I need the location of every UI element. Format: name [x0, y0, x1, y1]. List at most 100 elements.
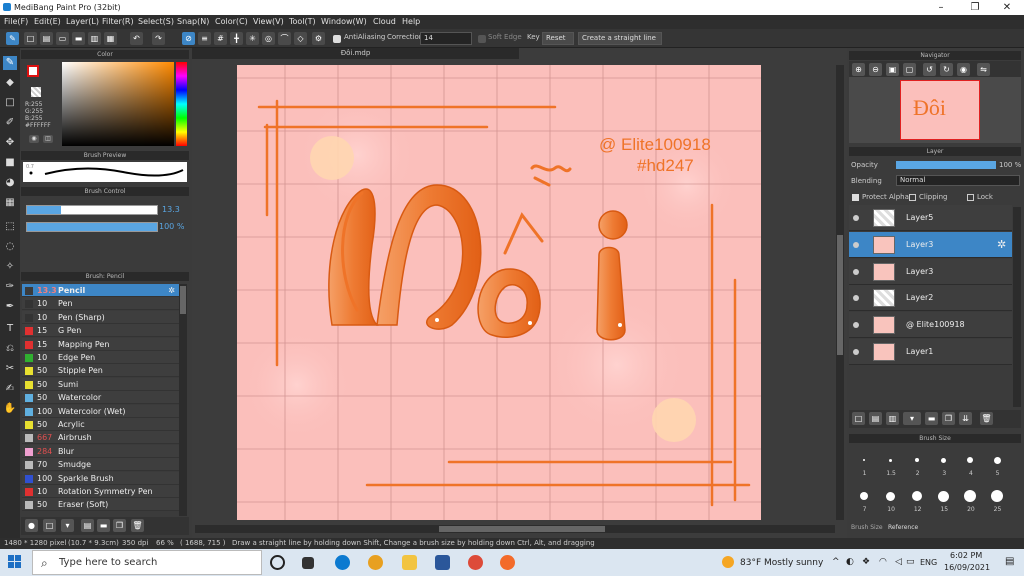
add-layer-options-icon[interactable]: ▾	[903, 412, 921, 425]
wifi-icon[interactable]: ◠	[879, 557, 887, 567]
reset-button[interactable]: Reset	[542, 32, 574, 45]
layer-settings-icon[interactable]: ✲	[997, 238, 1006, 251]
brush-size-tab[interactable]: Brush Size	[851, 524, 883, 531]
battery-icon[interactable]: ▭	[906, 557, 915, 567]
canvas-vertical-scrollbar[interactable]	[836, 65, 844, 520]
close-button[interactable]: ✕	[990, 0, 1024, 15]
chrome-icon[interactable]	[368, 555, 383, 570]
layer-opacity-slider[interactable]	[896, 161, 996, 169]
menu-cloud[interactable]: Cloud	[373, 17, 396, 26]
brush-size-preset[interactable]: 10	[879, 484, 904, 517]
add-halftone-layer-icon[interactable]: ▤	[869, 412, 882, 425]
antialiasing-checkbox[interactable]	[333, 35, 341, 43]
straight-line-button[interactable]: Create a straight line	[578, 32, 662, 45]
select-eraser-tool-icon[interactable]: ✒	[3, 300, 17, 314]
zoom-in-icon[interactable]: ⊕	[852, 63, 865, 76]
brush-settings-icon[interactable]: ✲	[168, 284, 175, 297]
brush-item[interactable]: 50 Stipple Pen	[22, 364, 179, 378]
brush-item[interactable]: 10 Edge Pen	[22, 351, 179, 364]
windows-start-icon[interactable]	[8, 555, 22, 569]
divide-tool-icon[interactable]: ✂	[3, 362, 17, 376]
layer-row[interactable]: Layer5	[849, 205, 1012, 231]
medibang-icon[interactable]	[500, 555, 515, 570]
brush-item[interactable]: 100 Sparkle Brush	[22, 471, 179, 485]
brush-tool-icon[interactable]: ✎	[6, 32, 19, 45]
layer-visibility-icon[interactable]	[853, 322, 859, 329]
settings-snap-icon[interactable]: ⚙	[312, 32, 325, 45]
move-tool-icon[interactable]: ✥	[3, 136, 17, 150]
select-tool-icon[interactable]: ⬚	[3, 220, 17, 234]
fit-icon[interactable]: ▣	[886, 63, 899, 76]
dot-tool-icon[interactable]: ✐	[3, 116, 17, 130]
protect-alpha-checkbox[interactable]	[852, 194, 859, 201]
menu-tool[interactable]: Tool(T)	[289, 17, 316, 26]
brush-page-icon[interactable]: □	[43, 519, 56, 532]
undo-icon[interactable]: ↶	[130, 32, 143, 45]
artwork-canvas[interactable]: @ Elite100918 #hd247	[237, 65, 761, 520]
language-indicator[interactable]: ENG	[920, 558, 937, 567]
brush-item[interactable]: 50 Sumi	[22, 377, 179, 391]
clipping-checkbox[interactable]	[909, 194, 916, 201]
weather-text[interactable]: 83°F Mostly sunny	[740, 558, 823, 568]
color-option-icon[interactable]: ◉	[29, 135, 39, 143]
brush-size-preset[interactable]: 2	[905, 448, 930, 481]
new-file-icon[interactable]: □	[24, 32, 37, 45]
brush-size-preset[interactable]: 20	[958, 484, 983, 517]
comment-icon[interactable]: ▭	[56, 32, 69, 45]
menu-window[interactable]: Window(W)	[321, 17, 367, 26]
select-pen-tool-icon[interactable]: ✑	[3, 280, 17, 294]
add-8bit-layer-icon[interactable]: ▥	[886, 412, 899, 425]
brush-size-slider[interactable]	[26, 205, 158, 215]
brush-item[interactable]: 15 Mapping Pen	[22, 337, 179, 351]
brush-options-icon[interactable]: ▾	[61, 519, 74, 532]
transparent-swatch[interactable]	[31, 87, 41, 97]
brush-size-preset[interactable]: 12	[905, 484, 930, 517]
cortana-icon[interactable]	[270, 555, 285, 570]
layer-visibility-icon[interactable]	[853, 295, 859, 302]
curve-snap-icon[interactable]: ⌒	[278, 32, 291, 45]
navigator-preview[interactable]: Đôi	[849, 77, 1021, 143]
brush-item[interactable]: 667 Airbrush	[22, 431, 179, 445]
brush-list-scroll-thumb[interactable]	[180, 286, 186, 314]
reset-rotate-icon[interactable]: ◉	[957, 63, 970, 76]
circle-snap-icon[interactable]: ◎	[262, 32, 275, 45]
menu-edit[interactable]: Edit(E)	[34, 17, 61, 26]
magic-wand-tool-icon[interactable]: ✧	[3, 260, 17, 274]
layer-row[interactable]: Layer3 ✲	[849, 231, 1012, 258]
dropbox-icon[interactable]: ❖	[862, 557, 870, 567]
brush-size-preset[interactable]: 15	[932, 484, 957, 517]
upload-icon[interactable]: ▦	[104, 32, 117, 45]
maximize-button[interactable]: ❐	[958, 0, 992, 15]
actual-size-icon[interactable]: ▢	[903, 63, 916, 76]
layer-visibility-icon[interactable]	[853, 241, 859, 248]
reference-tab[interactable]: Reference	[888, 524, 918, 531]
menu-file[interactable]: File(F)	[4, 17, 28, 26]
add-brush-icon[interactable]: ●	[25, 519, 38, 532]
open-file-icon[interactable]: ▤	[40, 32, 53, 45]
file-explorer-icon[interactable]	[402, 555, 417, 570]
menu-filter[interactable]: Filter(R)	[102, 17, 134, 26]
menu-help[interactable]: Help	[402, 17, 420, 26]
add-layer-icon[interactable]: □	[852, 412, 865, 425]
color-saturation-square[interactable]	[62, 62, 174, 146]
brush-item[interactable]: 50 Eraser (Soft)	[22, 498, 179, 512]
rectangle-tool-icon[interactable]: □	[3, 96, 17, 110]
brush-size-preset[interactable]: 3	[932, 448, 957, 481]
operation-tool-icon[interactable]: ⎌	[3, 342, 17, 356]
soft-edge-checkbox[interactable]	[478, 35, 486, 43]
export-icon[interactable]: ▥	[88, 32, 101, 45]
brush-size-preset[interactable]: 4	[958, 448, 983, 481]
canvas-horizontal-scrollbar[interactable]	[195, 525, 835, 533]
delete-layer-icon[interactable]: 🗑	[980, 412, 993, 425]
zoom-out-icon[interactable]: ⊖	[869, 63, 882, 76]
brush-item[interactable]: 13.3 Pencil ✲	[22, 284, 179, 297]
brush-delete-icon[interactable]: 🗑	[131, 519, 144, 532]
hue-slider[interactable]	[176, 62, 187, 146]
volume-icon[interactable]: ◁	[895, 557, 902, 567]
weather-icon[interactable]	[722, 556, 734, 568]
rotate-right-icon[interactable]: ↻	[940, 63, 953, 76]
brush-item[interactable]: 70 Smudge	[22, 458, 179, 472]
correction-select[interactable]: 14	[420, 32, 472, 45]
text-tool-icon[interactable]: T	[3, 322, 17, 336]
brush-item[interactable]: 284 Blur	[22, 444, 179, 458]
